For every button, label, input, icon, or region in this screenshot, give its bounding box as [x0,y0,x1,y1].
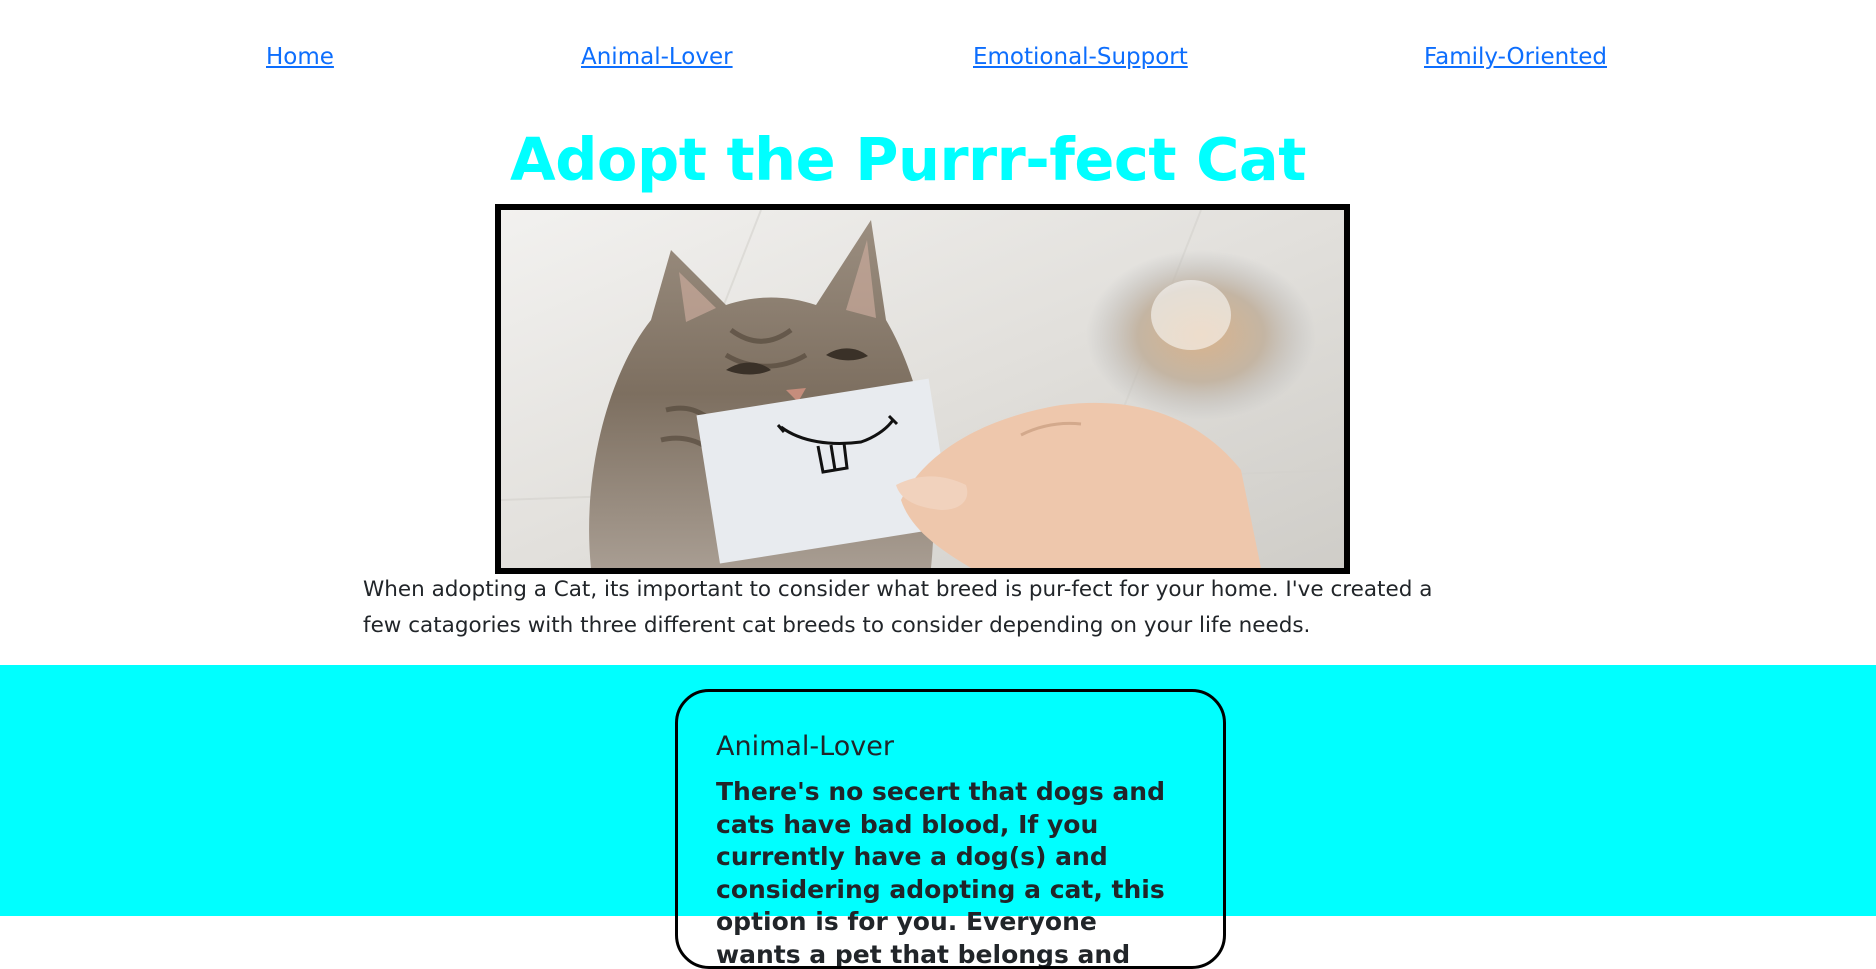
card-heading: Animal-Lover [716,731,894,762]
intro-text: When adopting a Cat, its important to co… [363,577,1433,638]
category-card-animal-lover: Animal-Lover There's no secert that dogs… [675,689,1226,969]
nav-link-home[interactable]: Home [266,44,334,70]
nav-link-emotional-support[interactable]: Emotional-Support [973,44,1188,70]
page-title: Adopt the Purrr-fect Cat [510,125,1306,194]
card-body: There's no secert that dogs and cats hav… [716,777,1165,969]
nav-link-animal-lover[interactable]: Animal-Lover [581,44,733,70]
hero-image [495,204,1350,574]
kitten-photo [501,210,1344,568]
top-nav: Home Animal-Lover Emotional-Support Fami… [0,40,1876,80]
nav-link-family-oriented[interactable]: Family-Oriented [1424,44,1607,70]
